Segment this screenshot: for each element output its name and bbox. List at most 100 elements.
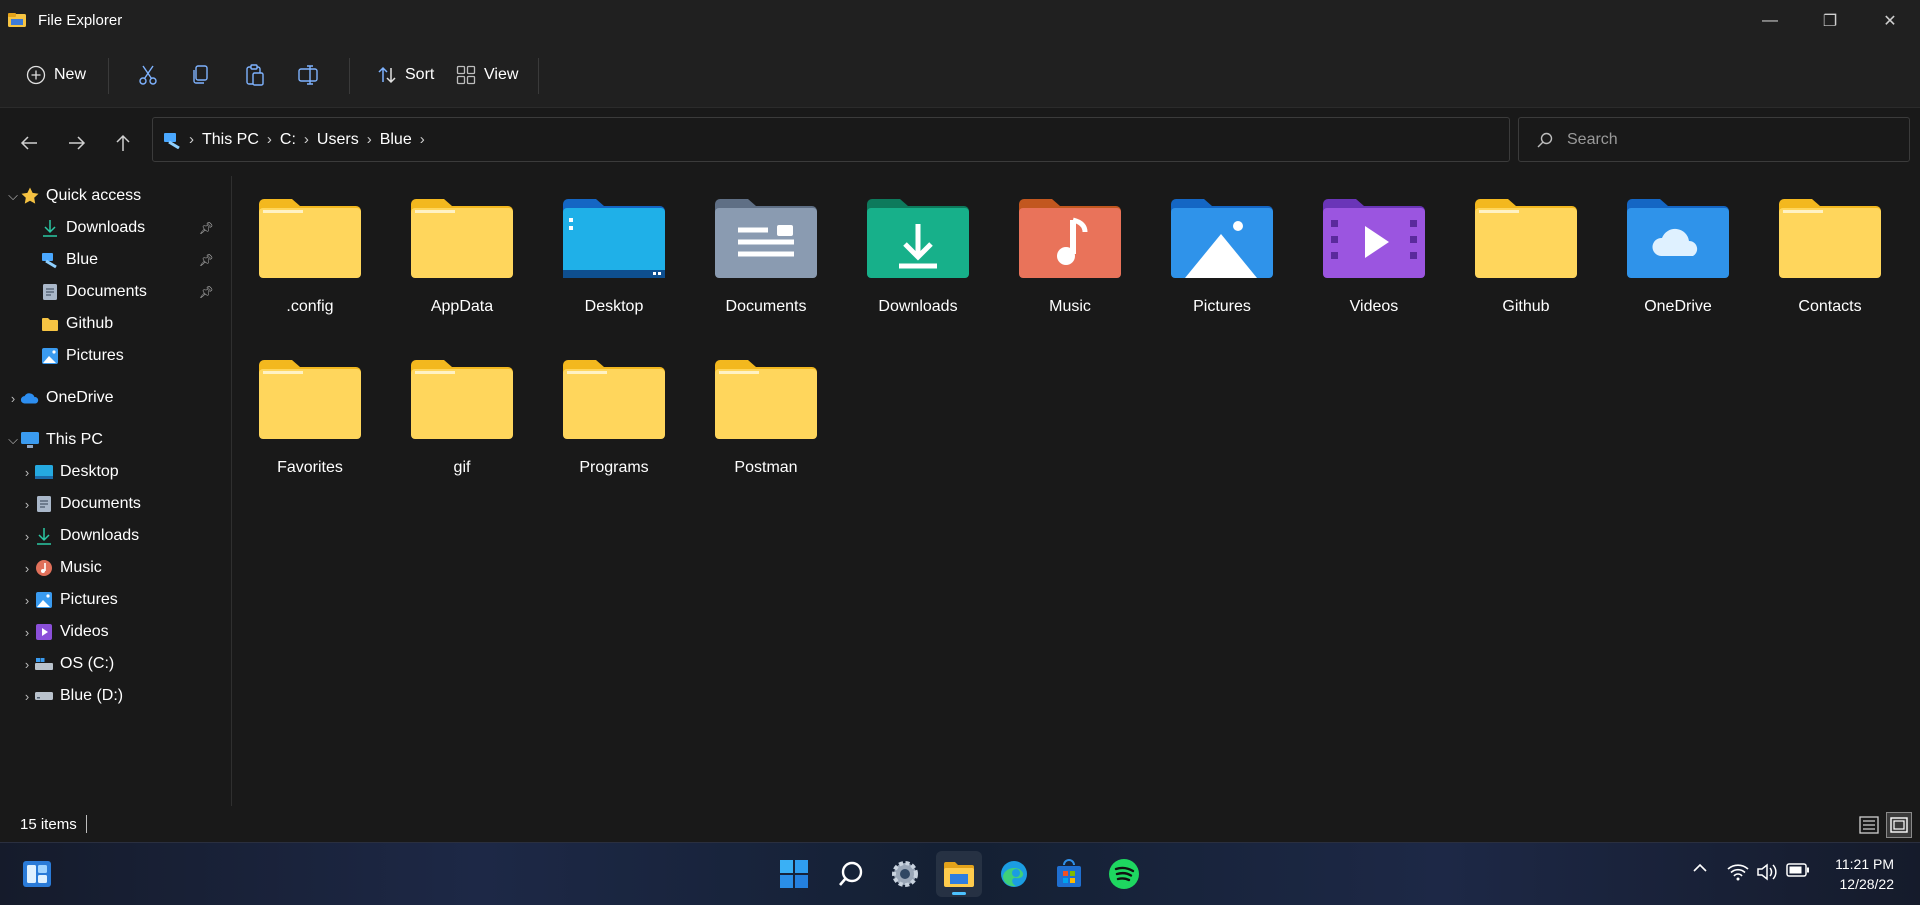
desktop-folder-icon xyxy=(563,199,665,278)
sidebar-item-blue-d[interactable]: › Blue (D:) xyxy=(0,682,230,710)
close-icon: ✕ xyxy=(1883,13,1897,30)
sidebar-item-github[interactable]: Github xyxy=(0,310,230,338)
file-explorer-icon xyxy=(944,862,974,887)
battery-button[interactable] xyxy=(1784,863,1812,877)
details-view-button[interactable] xyxy=(1856,812,1882,838)
rename-button[interactable] xyxy=(298,58,320,92)
sidebar-item-documents[interactable]: › Documents xyxy=(0,490,230,518)
spotify-button[interactable] xyxy=(1101,851,1147,897)
file-explorer-taskbar-button[interactable] xyxy=(936,851,982,897)
breadcrumb-users[interactable]: Users xyxy=(317,131,359,149)
folder-item[interactable]: Music xyxy=(1000,176,1140,326)
search-box[interactable]: Search xyxy=(1518,117,1910,162)
pictures-icon xyxy=(34,590,54,610)
sidebar-item-os-c[interactable]: › OS (C:) xyxy=(0,650,230,678)
folder-item[interactable]: Desktop xyxy=(544,176,684,326)
sidebar-item-desktop[interactable]: › Desktop xyxy=(0,458,230,486)
chevron-right-icon[interactable]: › xyxy=(20,465,34,480)
folder-item[interactable]: .config xyxy=(240,176,380,326)
sidebar-item-pictures[interactable]: › Pictures xyxy=(0,586,230,614)
view-button[interactable]: View xyxy=(456,58,518,92)
folder-name: Postman xyxy=(734,459,798,476)
minimize-button[interactable]: — xyxy=(1740,0,1800,42)
folder-item[interactable]: Github xyxy=(1456,176,1596,326)
sidebar-item-music[interactable]: › Music xyxy=(0,554,230,582)
folder-item[interactable]: Favorites xyxy=(240,337,380,487)
sort-label: Sort xyxy=(405,66,435,83)
star-icon xyxy=(20,186,40,206)
copy-button[interactable] xyxy=(192,58,210,92)
search-button[interactable] xyxy=(828,851,874,897)
breadcrumb-this-pc[interactable]: This PC xyxy=(202,131,259,149)
search-icon xyxy=(839,861,863,886)
show-hidden-icons-button[interactable] xyxy=(1690,863,1710,873)
folder-item[interactable]: Postman xyxy=(696,337,836,487)
chevron-right-icon[interactable]: › xyxy=(420,131,425,148)
sidebar-item-blue[interactable]: Blue 📌︎ xyxy=(0,246,230,274)
back-button[interactable] xyxy=(14,128,44,158)
breadcrumb-blue[interactable]: Blue xyxy=(380,131,412,149)
folder-item[interactable]: Documents xyxy=(696,176,836,326)
breadcrumb-c-drive[interactable]: C: xyxy=(280,131,296,149)
this-pc-icon xyxy=(164,132,180,149)
sidebar-label: Videos xyxy=(60,623,109,640)
sidebar-item-onedrive[interactable]: › OneDrive xyxy=(0,384,230,412)
chevron-right-icon[interactable]: › xyxy=(20,561,34,576)
folder-name: Desktop xyxy=(584,298,644,315)
folder-item[interactable]: Contacts xyxy=(1760,176,1900,326)
up-button[interactable] xyxy=(108,128,138,158)
store-button[interactable] xyxy=(1046,851,1092,897)
folder-icon xyxy=(259,199,361,278)
paste-icon xyxy=(246,64,264,86)
sidebar-item-downloads[interactable]: › Downloads xyxy=(0,522,230,550)
close-button[interactable]: ✕ xyxy=(1860,0,1920,42)
sidebar-item-pictures-quick[interactable]: Pictures xyxy=(0,342,230,370)
paste-button[interactable] xyxy=(245,58,265,92)
network-button[interactable] xyxy=(1725,863,1751,881)
sort-button[interactable]: Sort xyxy=(377,58,434,92)
folder-item[interactable]: gif xyxy=(392,337,532,487)
restore-button[interactable]: ❐ xyxy=(1800,0,1860,42)
folder-item[interactable]: Programs xyxy=(544,337,684,487)
chevron-down-icon[interactable]: ⌵ xyxy=(6,432,20,448)
sidebar-item-documents-quick[interactable]: Documents 📌︎ xyxy=(0,278,230,306)
sidebar-label: Downloads xyxy=(60,527,140,544)
new-button[interactable]: New xyxy=(26,58,86,92)
edge-button[interactable] xyxy=(991,851,1037,897)
chevron-right-icon[interactable]: › xyxy=(20,689,34,704)
address-bar[interactable]: › This PC › C: › Users › Blue › xyxy=(152,117,1510,162)
chevron-right-icon[interactable]: › xyxy=(6,391,20,406)
arrow-up-icon xyxy=(116,134,130,151)
folder-item[interactable]: Videos xyxy=(1304,176,1444,326)
settings-button[interactable] xyxy=(882,851,928,897)
folder-item[interactable]: OneDrive xyxy=(1608,176,1748,326)
widgets-button[interactable] xyxy=(14,851,60,897)
start-icon xyxy=(780,860,808,888)
sidebar-item-quick-access[interactable]: ⌵ Quick access xyxy=(0,182,230,210)
clock[interactable]: 11:21 PM 12/28/22 xyxy=(1835,854,1894,894)
folder-item[interactable]: Pictures xyxy=(1152,176,1292,326)
cut-button[interactable] xyxy=(138,58,158,92)
folder-item[interactable]: Downloads xyxy=(848,176,988,326)
large-icons-view-button[interactable] xyxy=(1886,812,1912,838)
volume-button[interactable] xyxy=(1754,863,1780,881)
chevron-down-icon[interactable]: ⌵ xyxy=(6,188,20,204)
forward-button[interactable] xyxy=(62,128,92,158)
sidebar-item-videos[interactable]: › Videos xyxy=(0,618,230,646)
start-button[interactable] xyxy=(771,851,817,897)
chevron-right-icon[interactable]: › xyxy=(20,625,34,640)
documents-folder-icon xyxy=(715,199,817,278)
sidebar-label-quick-access: Quick access xyxy=(46,187,142,204)
chevron-right-icon[interactable]: › xyxy=(20,593,34,608)
pin-icon[interactable]: 📌︎ xyxy=(199,285,214,299)
pin-icon[interactable]: 📌︎ xyxy=(199,221,214,235)
scissors-icon xyxy=(139,65,157,85)
chevron-right-icon[interactable]: › xyxy=(20,529,34,544)
chevron-right-icon[interactable]: › xyxy=(20,657,34,672)
pin-icon[interactable]: 📌︎ xyxy=(199,253,214,267)
sidebar-item-this-pc[interactable]: ⌵ This PC xyxy=(0,426,230,454)
sidebar-item-downloads-quick[interactable]: Downloads 📌︎ xyxy=(0,214,230,242)
chevron-right-icon[interactable]: › xyxy=(20,497,34,512)
title-bar: File Explorer — ❐ ✕ xyxy=(0,0,1920,42)
folder-item[interactable]: AppData xyxy=(392,176,532,326)
